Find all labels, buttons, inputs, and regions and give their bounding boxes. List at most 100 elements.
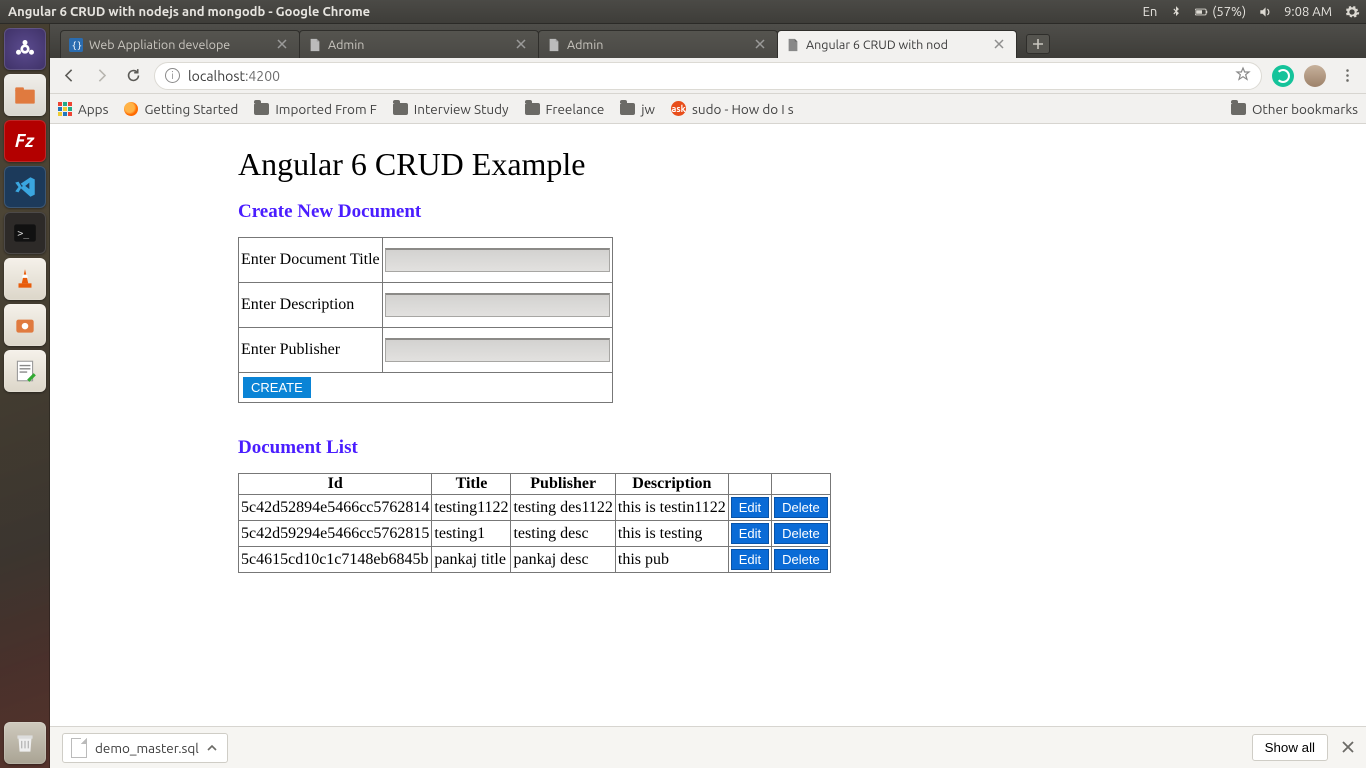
close-icon[interactable] xyxy=(755,38,769,52)
table-row: 5c4615cd10c1c7148eb6845bpankaj titlepank… xyxy=(239,547,831,573)
delete-button[interactable]: Delete xyxy=(774,523,828,544)
input-desc[interactable] xyxy=(385,293,610,317)
system-gear-icon[interactable] xyxy=(1344,4,1360,20)
download-filename: demo_master.sql xyxy=(95,740,199,756)
bookmark-imported[interactable]: Imported From F xyxy=(254,101,376,117)
cell-id: 5c42d52894e5466cc5762814 xyxy=(239,495,432,521)
edit-button[interactable]: Edit xyxy=(731,549,769,570)
battery-indicator[interactable]: (57%) xyxy=(1195,5,1246,19)
edit-button[interactable]: Edit xyxy=(731,497,769,518)
cell-publisher: testing des1122 xyxy=(511,495,615,521)
launcher-filezilla-icon[interactable]: Fz xyxy=(4,120,46,162)
window-title: Angular 6 CRUD with nodejs and mongodb -… xyxy=(8,5,370,19)
ubuntu-menubar: Angular 6 CRUD with nodejs and mongodb -… xyxy=(0,0,1366,24)
launcher-terminal-icon[interactable]: >_ xyxy=(4,212,46,254)
launcher-vlc-icon[interactable] xyxy=(4,258,46,300)
page-content: Angular 6 CRUD Example Create New Docume… xyxy=(228,124,1188,593)
other-bookmarks[interactable]: Other bookmarks xyxy=(1231,101,1358,117)
page-heading: Angular 6 CRUD Example xyxy=(238,146,1178,183)
page-viewport[interactable]: Angular 6 CRUD Example Create New Docume… xyxy=(50,124,1366,726)
bookmark-interview[interactable]: Interview Study xyxy=(393,101,509,117)
input-title[interactable] xyxy=(385,248,610,272)
create-button[interactable]: CREATE xyxy=(243,377,311,398)
folder-icon xyxy=(254,103,269,115)
bookmark-sudo[interactable]: asksudo - How do I s xyxy=(671,101,794,117)
bookmark-jw[interactable]: jw xyxy=(620,101,655,117)
apps-shortcut[interactable]: Apps xyxy=(58,101,108,117)
firefox-icon xyxy=(124,102,138,116)
edit-button[interactable]: Edit xyxy=(731,523,769,544)
cell-publisher: pankaj desc xyxy=(511,547,615,573)
col-id: Id xyxy=(239,474,432,495)
label-pub: Enter Publisher xyxy=(239,328,383,373)
volume-icon[interactable] xyxy=(1258,5,1272,19)
ubuntu-launcher: Fz >_ xyxy=(0,24,50,768)
address-bar[interactable]: i localhost:4200 xyxy=(154,62,1262,90)
col-publisher: Publisher xyxy=(511,474,615,495)
file-icon xyxy=(71,738,87,758)
cell-title: pankaj title xyxy=(432,547,511,573)
browser-toolbar: i localhost:4200 xyxy=(50,58,1366,94)
url-text: localhost:4200 xyxy=(188,68,280,84)
close-icon[interactable] xyxy=(994,38,1008,52)
keyboard-indicator[interactable]: En xyxy=(1143,5,1158,19)
bookmark-getting-started[interactable]: Getting Started xyxy=(124,101,238,117)
grammarly-icon[interactable] xyxy=(1272,65,1294,87)
page-icon xyxy=(547,38,561,52)
document-list-table: Id Title Publisher Description 5c42d5289… xyxy=(238,473,831,573)
downloads-bar: demo_master.sql Show all xyxy=(50,726,1366,768)
launcher-texteditor-icon[interactable] xyxy=(4,350,46,392)
chrome-window: {} Web Appliation develope Admin Admin A… xyxy=(50,24,1366,768)
tab-admin-2[interactable]: Admin xyxy=(538,30,778,58)
page-icon xyxy=(308,38,322,52)
label-title: Enter Document Title xyxy=(239,238,383,283)
cell-title: testing1122 xyxy=(432,495,511,521)
show-all-downloads-button[interactable]: Show all xyxy=(1252,734,1328,761)
cell-publisher: testing desc xyxy=(511,521,615,547)
tab-webapp[interactable]: {} Web Appliation develope xyxy=(60,30,300,58)
tab-admin-1[interactable]: Admin xyxy=(299,30,539,58)
site-info-icon[interactable]: i xyxy=(165,68,180,83)
folder-icon xyxy=(393,103,408,115)
create-heading: Create New Document xyxy=(238,201,1178,223)
back-button[interactable] xyxy=(58,65,80,87)
close-icon[interactable] xyxy=(277,38,291,52)
cell-description: this pub xyxy=(615,547,728,573)
askubuntu-icon: ask xyxy=(671,101,686,116)
download-chip[interactable]: demo_master.sql xyxy=(62,733,228,763)
new-tab-button[interactable] xyxy=(1026,34,1050,54)
reload-button[interactable] xyxy=(122,65,144,87)
launcher-vscode-icon[interactable] xyxy=(4,166,46,208)
bookmarks-bar: Apps Getting Started Imported From F Int… xyxy=(50,94,1366,124)
svg-text:{}: {} xyxy=(72,41,83,51)
bookmark-freelance[interactable]: Freelance xyxy=(525,101,605,117)
brackets-icon: {} xyxy=(69,38,83,52)
input-pub[interactable] xyxy=(385,338,610,362)
label-desc: Enter Description xyxy=(239,283,383,328)
launcher-screenshot-icon[interactable] xyxy=(4,304,46,346)
table-row: 5c42d52894e5466cc5762814testing1122testi… xyxy=(239,495,831,521)
col-description: Description xyxy=(615,474,728,495)
launcher-files-icon[interactable] xyxy=(4,74,46,116)
delete-button[interactable]: Delete xyxy=(774,549,828,570)
delete-button[interactable]: Delete xyxy=(774,497,828,518)
chrome-menu-icon[interactable] xyxy=(1336,65,1358,87)
cell-description: this is testing xyxy=(615,521,728,547)
cell-id: 5c4615cd10c1c7148eb6845b xyxy=(239,547,432,573)
forward-button[interactable] xyxy=(90,65,112,87)
clock[interactable]: 9:08 AM xyxy=(1284,5,1332,19)
chevron-up-icon[interactable] xyxy=(207,740,217,756)
cell-description: this is testin1122 xyxy=(615,495,728,521)
apps-grid-icon xyxy=(58,102,72,116)
table-row: 5c42d59294e5466cc5762815testing1testing … xyxy=(239,521,831,547)
bluetooth-icon[interactable] xyxy=(1169,5,1183,19)
close-icon[interactable] xyxy=(1342,740,1354,756)
tab-angular-crud[interactable]: Angular 6 CRUD with nod xyxy=(777,30,1017,58)
svg-text:>_: >_ xyxy=(17,228,29,239)
launcher-trash-icon[interactable] xyxy=(4,722,46,764)
bookmark-star-icon[interactable] xyxy=(1235,66,1251,85)
close-icon[interactable] xyxy=(516,38,530,52)
col-title: Title xyxy=(432,474,511,495)
launcher-dash-icon[interactable] xyxy=(4,28,46,70)
profile-avatar-icon[interactable] xyxy=(1304,65,1326,87)
